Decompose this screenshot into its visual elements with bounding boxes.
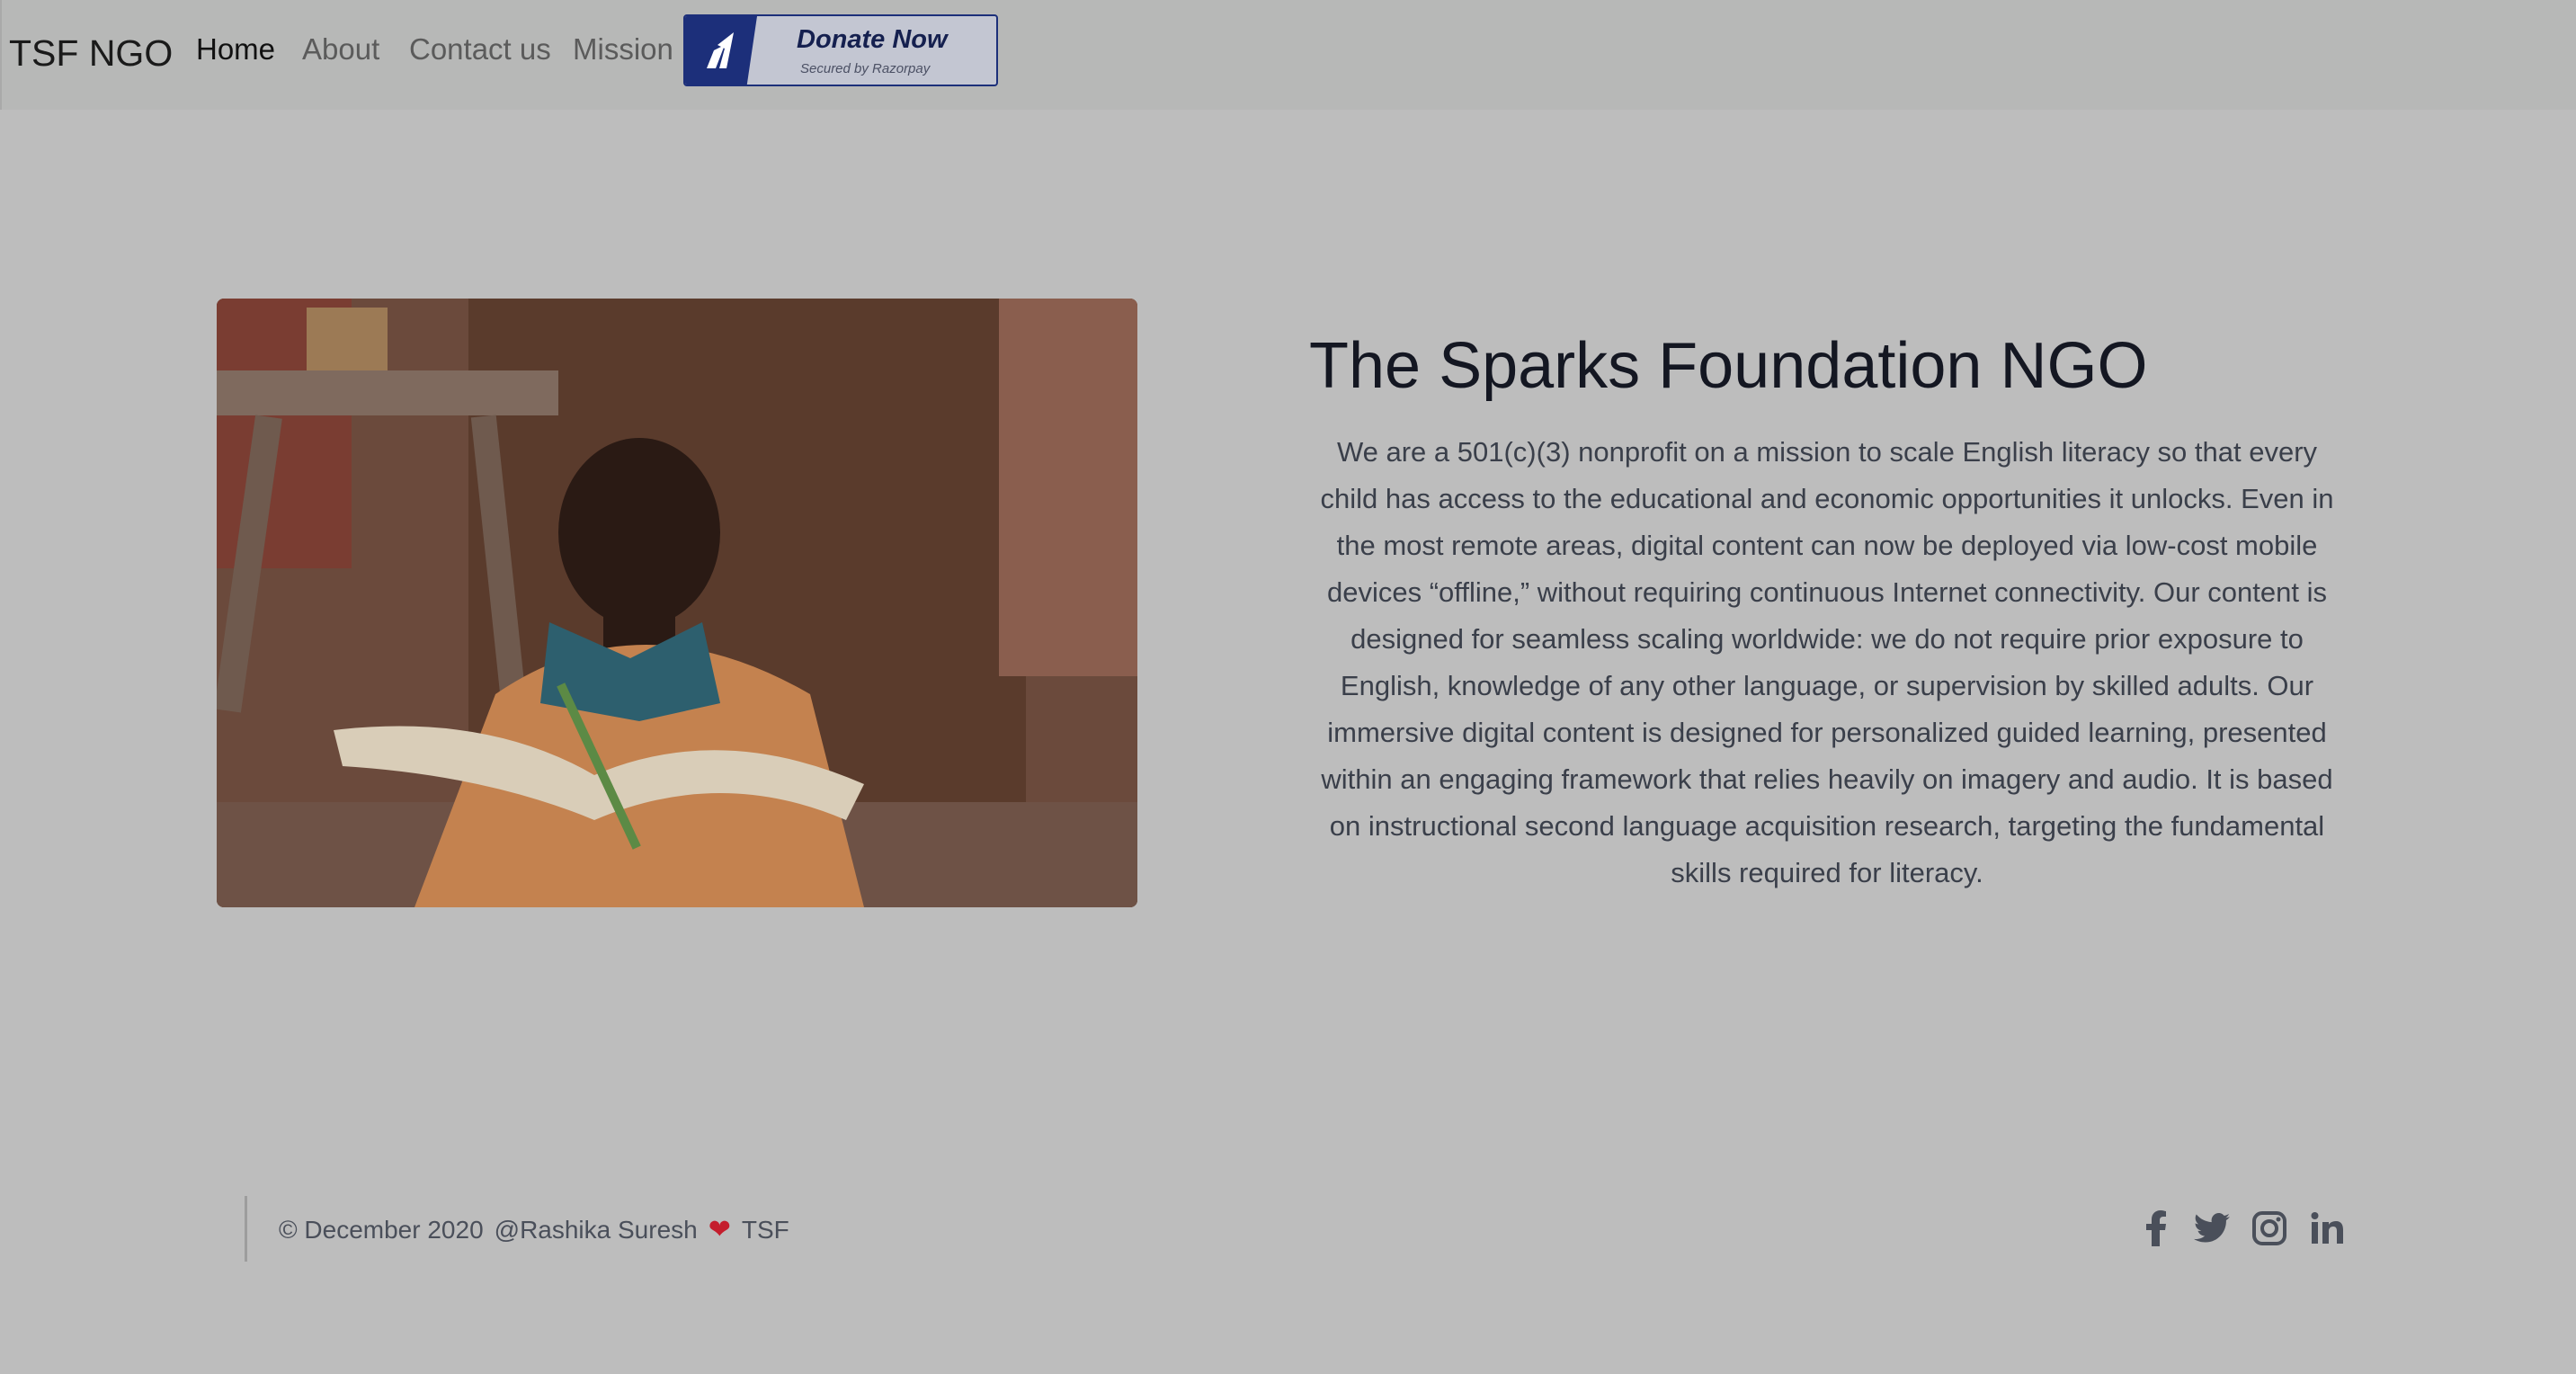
hero-description: We are a 501(c)(3) nonprofit on a missio… xyxy=(1320,436,2334,888)
facebook-icon[interactable] xyxy=(2136,1209,2176,1248)
heart-icon: ❤ xyxy=(708,1215,731,1245)
org-name: TSF xyxy=(741,1215,789,1244)
nav-link-mission[interactable]: Mission xyxy=(573,32,673,67)
linkedin-icon[interactable] xyxy=(2307,1209,2347,1248)
page-title: The Sparks Foundation NGO xyxy=(1309,330,2148,403)
twitter-icon[interactable] xyxy=(2192,1209,2232,1248)
razorpay-logo-icon xyxy=(685,16,757,85)
boy-reading-photo-icon xyxy=(217,299,1137,907)
brand-logo-link[interactable]: TSF NGO xyxy=(9,32,173,75)
copyright-text: © December 2020 xyxy=(279,1215,484,1244)
author-credit: @Rashika Suresh xyxy=(494,1215,698,1244)
instagram-icon[interactable] xyxy=(2250,1209,2289,1248)
donate-now-button[interactable]: Donate Now Secured by Razorpay xyxy=(683,14,998,86)
nav-link-contact[interactable]: Contact us xyxy=(409,32,551,67)
footer-divider xyxy=(245,1196,247,1262)
donate-title: Donate Now xyxy=(797,25,948,54)
navbar: TSF NGO Home About Contact us Mission Do… xyxy=(0,0,2576,110)
donate-subtitle: Secured by Razorpay xyxy=(800,61,931,76)
footer-credits: © December 2020 @Rashika Suresh ❤ TSF xyxy=(279,1214,789,1245)
nav-link-home[interactable]: Home xyxy=(196,32,275,67)
nav-link-about[interactable]: About xyxy=(302,32,379,67)
hero-photo xyxy=(217,299,1137,907)
